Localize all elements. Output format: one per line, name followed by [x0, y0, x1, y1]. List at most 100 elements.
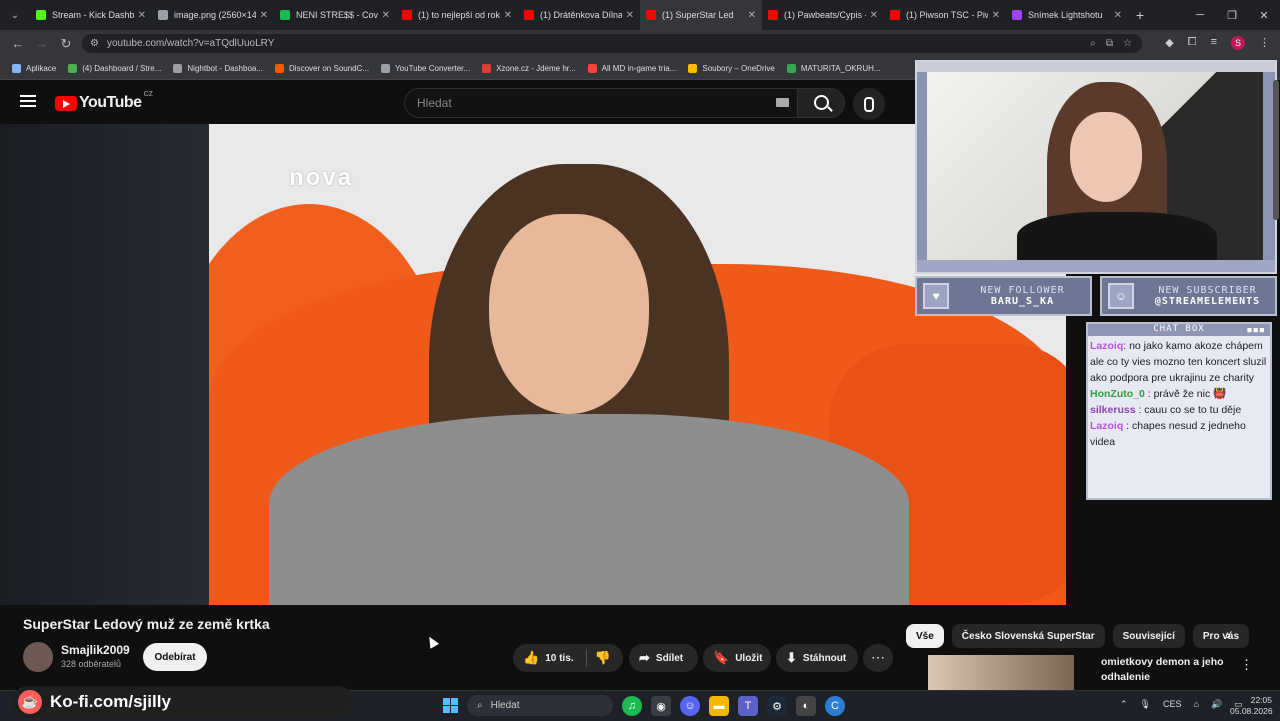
bookmark-favicon-icon — [12, 63, 21, 73]
search-input[interactable]: Hledat — [404, 88, 798, 118]
bookmark-favicon-icon — [173, 63, 183, 73]
menu-icon[interactable] — [20, 95, 36, 107]
chevron-right-icon[interactable]: › — [1226, 626, 1231, 642]
browser-tab[interactable]: NENI STRE$$ - Cover ✕ — [274, 0, 396, 30]
media-icon[interactable]: ≡ — [1211, 36, 1217, 50]
chevron-up-icon[interactable]: ⌃ — [1120, 699, 1128, 710]
recommended-menu-icon[interactable]: ⋮ — [1240, 657, 1253, 673]
tab-close-icon[interactable]: ✕ — [504, 10, 512, 21]
chat-messages: Lazoiq: no jako kamo akoze chápem ale co… — [1088, 336, 1270, 450]
bookmark-item[interactable]: Xzone.cz - Jdeme hr... — [482, 63, 576, 73]
player-edge — [1066, 318, 1086, 605]
chat-header: CHAT BOX ■■■ — [1088, 324, 1270, 336]
filter-chip[interactable]: Pro vás — [1192, 624, 1250, 648]
player-letterbox — [0, 124, 209, 605]
taskbar-search[interactable]: ⌕ Hledat — [467, 695, 613, 716]
keyboard-icon[interactable] — [776, 98, 789, 107]
tab-favicon-icon — [158, 10, 168, 20]
tab-close-icon[interactable]: ✕ — [992, 10, 1000, 21]
browser-tab[interactable]: image.png (2560×14 ✕ — [152, 0, 274, 30]
new-tab-button[interactable]: + — [1128, 7, 1152, 23]
tab-close-icon[interactable]: ✕ — [626, 10, 634, 21]
tab-label: (1) Piwson TSC - Piw — [906, 10, 988, 20]
zoom-icon[interactable]: ⌕ — [1090, 38, 1096, 49]
tab-close-icon[interactable]: ✕ — [260, 10, 268, 21]
mic-icon — [864, 96, 874, 112]
page-scrollbar[interactable] — [1273, 80, 1279, 220]
tab-close-icon[interactable]: ✕ — [870, 10, 878, 21]
more-actions-icon[interactable]: ⋯ — [863, 644, 893, 672]
tab-close-icon[interactable]: ✕ — [138, 10, 146, 21]
network-icon[interactable]: ⌂ — [1194, 699, 1199, 710]
spotify-icon[interactable]: ♫ — [622, 696, 642, 716]
browser-tab[interactable]: Stream - Kick Dashbo ✕ — [30, 0, 152, 30]
filter-chip[interactable]: Vše — [906, 624, 944, 648]
download-button[interactable]: ⬇ Stáhnout — [776, 644, 858, 672]
tab-search-icon[interactable]: ⌄ — [0, 10, 30, 21]
profile-avatar[interactable]: S — [1231, 36, 1245, 50]
bookmark-star-icon[interactable]: ☆ — [1123, 38, 1132, 49]
recommended-thumbnail[interactable] — [928, 655, 1074, 690]
search-button[interactable] — [797, 88, 845, 118]
share-label: Sdílet — [655, 652, 684, 664]
obs-icon[interactable]: ◐ — [796, 696, 816, 716]
volume-icon[interactable]: 🔊 — [1211, 699, 1222, 710]
browser-tab[interactable]: (1) SuperStar Led ✕ — [640, 0, 762, 30]
site-info-icon[interactable]: ⚙ — [90, 38, 99, 49]
menu-dots-icon[interactable]: ⋮ — [1259, 36, 1270, 50]
tab-close-icon[interactable]: ✕ — [748, 10, 756, 21]
tab-close-icon[interactable]: ✕ — [382, 10, 390, 21]
subscribe-button[interactable]: Odebírat — [143, 643, 207, 671]
share-button[interactable]: ➦ Sdílet — [629, 644, 698, 672]
windows-start-icon[interactable] — [443, 698, 458, 713]
bookmark-item[interactable]: Aplikace — [12, 63, 56, 73]
bookmark-item[interactable]: Discover on SoundC... — [275, 63, 369, 73]
clock[interactable]: 22:05 05.08.2026 — [1230, 695, 1273, 717]
steam-icon[interactable]: ⚙ — [767, 696, 787, 716]
voice-search-button[interactable] — [853, 88, 885, 120]
browser-tab[interactable]: (1) Piwson TSC - Piw ✕ — [884, 0, 1006, 30]
extension-icon[interactable]: ◆ — [1165, 36, 1173, 50]
bookmark-favicon-icon — [381, 63, 391, 73]
youtube-logo[interactable]: YouTube CZ — [55, 91, 153, 112]
share-icon: ➦ — [639, 650, 650, 665]
language-indicator[interactable]: CES — [1163, 699, 1182, 710]
discord-icon[interactable]: ☺ — [680, 696, 700, 716]
bookmark-item[interactable]: (4) Dashboard / Stre... — [68, 63, 161, 73]
like-icon[interactable]: 👍 — [523, 650, 539, 666]
recommended-title[interactable]: omietkovy demon a jeho odhalenie — [1101, 655, 1231, 685]
channel-avatar[interactable] — [23, 642, 53, 672]
save-button[interactable]: 🔖 Uložit — [703, 644, 771, 672]
bookmark-item[interactable]: MATURITA_OKRUH... — [786, 63, 881, 73]
clock-date: 05.08.2026 — [1230, 706, 1273, 716]
bookmark-item[interactable]: Nightbot - Dashboa... — [173, 63, 263, 73]
dislike-icon[interactable]: 👎 — [595, 650, 611, 666]
maximize-icon[interactable]: ❐ — [1216, 0, 1248, 30]
forward-icon[interactable]: → — [30, 36, 54, 51]
minimize-icon[interactable]: ─ — [1184, 0, 1216, 30]
puzzle-icon[interactable]: ⧠ — [1188, 36, 1197, 50]
app-icon[interactable]: C — [825, 696, 845, 716]
filter-chip[interactable]: Česko Slovenská SuperStar — [951, 624, 1105, 648]
bookmark-item[interactable]: All MD in-game tria... — [587, 63, 676, 73]
teams-icon[interactable]: T — [738, 696, 758, 716]
chrome-icon[interactable]: ◉ — [651, 696, 671, 716]
browser-tab[interactable]: (1) Pawbeats/Cypis - ✕ — [762, 0, 884, 30]
mic-tray-icon[interactable]: 🎙 — [1140, 699, 1151, 710]
bookmark-label: MATURITA_OKRUH... — [800, 63, 881, 73]
tab-close-icon[interactable]: ✕ — [1114, 10, 1122, 21]
close-window-icon[interactable]: ✕ — [1248, 0, 1280, 30]
like-count[interactable]: 10 tis. — [545, 653, 573, 664]
install-icon[interactable]: ⧉ — [1106, 38, 1113, 49]
reload-icon[interactable]: ↻ — [54, 36, 78, 52]
address-bar[interactable]: ⚙ youtube.com/watch?v=aTQdlUuoLRY ⌕ ⧉ ☆ — [82, 34, 1142, 53]
browser-tab[interactable]: (1) Drátěnkova Dílna ✕ — [518, 0, 640, 30]
back-icon[interactable]: ← — [6, 36, 30, 51]
browser-tab[interactable]: (1) to nejlepší od rok ✕ — [396, 0, 518, 30]
file-explorer-icon[interactable]: ▬ — [709, 696, 729, 716]
bookmark-item[interactable]: YouTube Converter... — [381, 63, 470, 73]
bookmark-item[interactable]: Soubory – OneDrive — [688, 63, 775, 73]
filter-chip[interactable]: Související — [1112, 624, 1185, 648]
channel-name[interactable]: Smajlik2009 — [61, 643, 130, 657]
browser-tab[interactable]: Snímek Lightshotu ✕ — [1006, 0, 1128, 30]
